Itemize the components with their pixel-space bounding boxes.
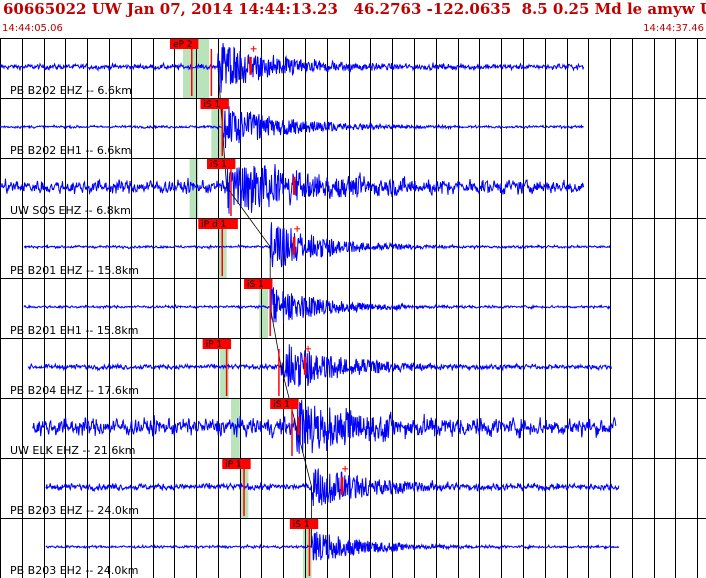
pick-label: iP 1 bbox=[225, 460, 242, 470]
trace-label: PB B202 EHZ -- 6.6km bbox=[10, 84, 132, 97]
pick-label: iS 1 bbox=[210, 160, 227, 170]
pick-label: iP 1 bbox=[206, 340, 223, 350]
trace-label: UW SOS EHZ -- 6.8km bbox=[10, 204, 131, 217]
seismogram-viewer: 60665022 UW Jan 07, 2014 14:44:13.23 46.… bbox=[0, 0, 706, 578]
event-title: 60665022 UW Jan 07, 2014 14:44:13.23 46.… bbox=[3, 0, 706, 18]
trace-label: PB B202 EH1 -- 6.6km bbox=[10, 144, 131, 157]
seismogram-plot[interactable]: eP 2 iS 1 iS 1 iP d 1 iS 1 iP 1 iS 1 iP 1 iS 1 P… bbox=[0, 38, 706, 578]
waveform-trace bbox=[23, 285, 611, 323]
trace-label: PB B203 EH2 -- 24.0km bbox=[10, 564, 138, 577]
trace-label: PB B203 EHZ -- 24.0km bbox=[10, 504, 139, 517]
start-time-label: 14:44:05.06 bbox=[2, 23, 63, 34]
trace-labels-layer: PB B202 EHZ -- 6.6km PB B202 EH1 -- 6.6km… bbox=[10, 84, 139, 577]
pick-label: iS 1 bbox=[247, 280, 264, 290]
trace-label: PB B201 EHZ -- 15.8km bbox=[10, 264, 139, 277]
trace-label: UW ELK EHZ -- 21.6km bbox=[10, 444, 135, 457]
traces-layer bbox=[0, 43, 620, 561]
pick-label: iP d 1 bbox=[201, 220, 226, 230]
end-time-label: 14:44:37.46 bbox=[643, 23, 704, 34]
event-header: 60665022 UW Jan 07, 2014 14:44:13.23 46.… bbox=[0, 0, 706, 39]
waveform-trace bbox=[27, 344, 612, 387]
pick-label: eP 2 bbox=[173, 40, 193, 50]
waveform-trace bbox=[23, 222, 611, 268]
trace-label: PB B204 EHZ -- 17.6km bbox=[10, 384, 139, 397]
trace-label: PB B201 EH1 -- 15.8km bbox=[10, 324, 138, 337]
pick-label: iS 1 bbox=[203, 100, 220, 110]
pick-label: iS 1 bbox=[293, 520, 310, 530]
pick-label: iS 1 bbox=[273, 400, 290, 410]
